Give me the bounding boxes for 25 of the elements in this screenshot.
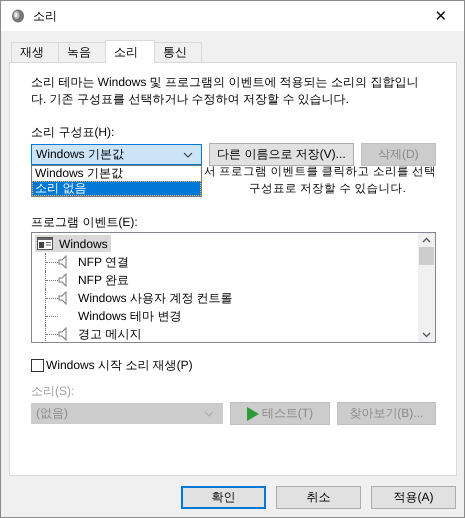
tree-item[interactable]: NFP 연결 <box>78 254 130 270</box>
tree-item[interactable]: Windows 테마 변경 <box>78 308 182 324</box>
tree-item[interactable]: NFP 완료 <box>78 272 130 288</box>
dropdown-option[interactable]: 소리 없음 <box>32 181 201 196</box>
close-button[interactable]: ✕ <box>418 1 464 31</box>
description-text: 소리 테마는 Windows 및 프로그램의 이벤트에 적용되는 소리의 집합입니다. 기존 구성표를 선택하거나 수정하여 저장할 수 있습니다. <box>31 74 420 108</box>
dropdown-option[interactable]: Windows 기본값 <box>32 166 201 181</box>
checkbox-label: Windows 시작 소리 재생(P) <box>46 357 193 374</box>
field-label: 프로그램 이벤트(E): <box>31 214 139 230</box>
scheme-dropdown[interactable]: Windows 기본값 <box>31 144 202 165</box>
field-label: 소리(S): <box>31 383 76 399</box>
window-title: 소리 <box>33 8 58 24</box>
tab[interactable]: 재생 <box>11 42 59 62</box>
tree-item[interactable]: Windows <box>35 235 111 252</box>
dialog-button[interactable]: 적용(A) <box>371 486 456 509</box>
tree-item[interactable]: Windows 사용자 계정 컨트롤 <box>78 290 233 306</box>
hint-text: 서 프로그램 이벤트를 클릭하고 소리를 선택 <box>204 165 436 180</box>
tab[interactable]: 통신 <box>154 42 202 62</box>
dialog-button[interactable]: 취소 <box>276 486 361 509</box>
tree-item[interactable]: 경고 메시지 <box>78 326 142 342</box>
hint-text: 구성표로 저장할 수 있습니다. <box>249 182 406 197</box>
field-label: 소리 구성표(H): <box>31 124 116 140</box>
save-as-button[interactable]: 다른 이름으로 저장(V)... <box>209 143 354 166</box>
dialog-button[interactable]: 확인 <box>181 486 266 509</box>
tab[interactable]: 소리 <box>105 40 155 63</box>
